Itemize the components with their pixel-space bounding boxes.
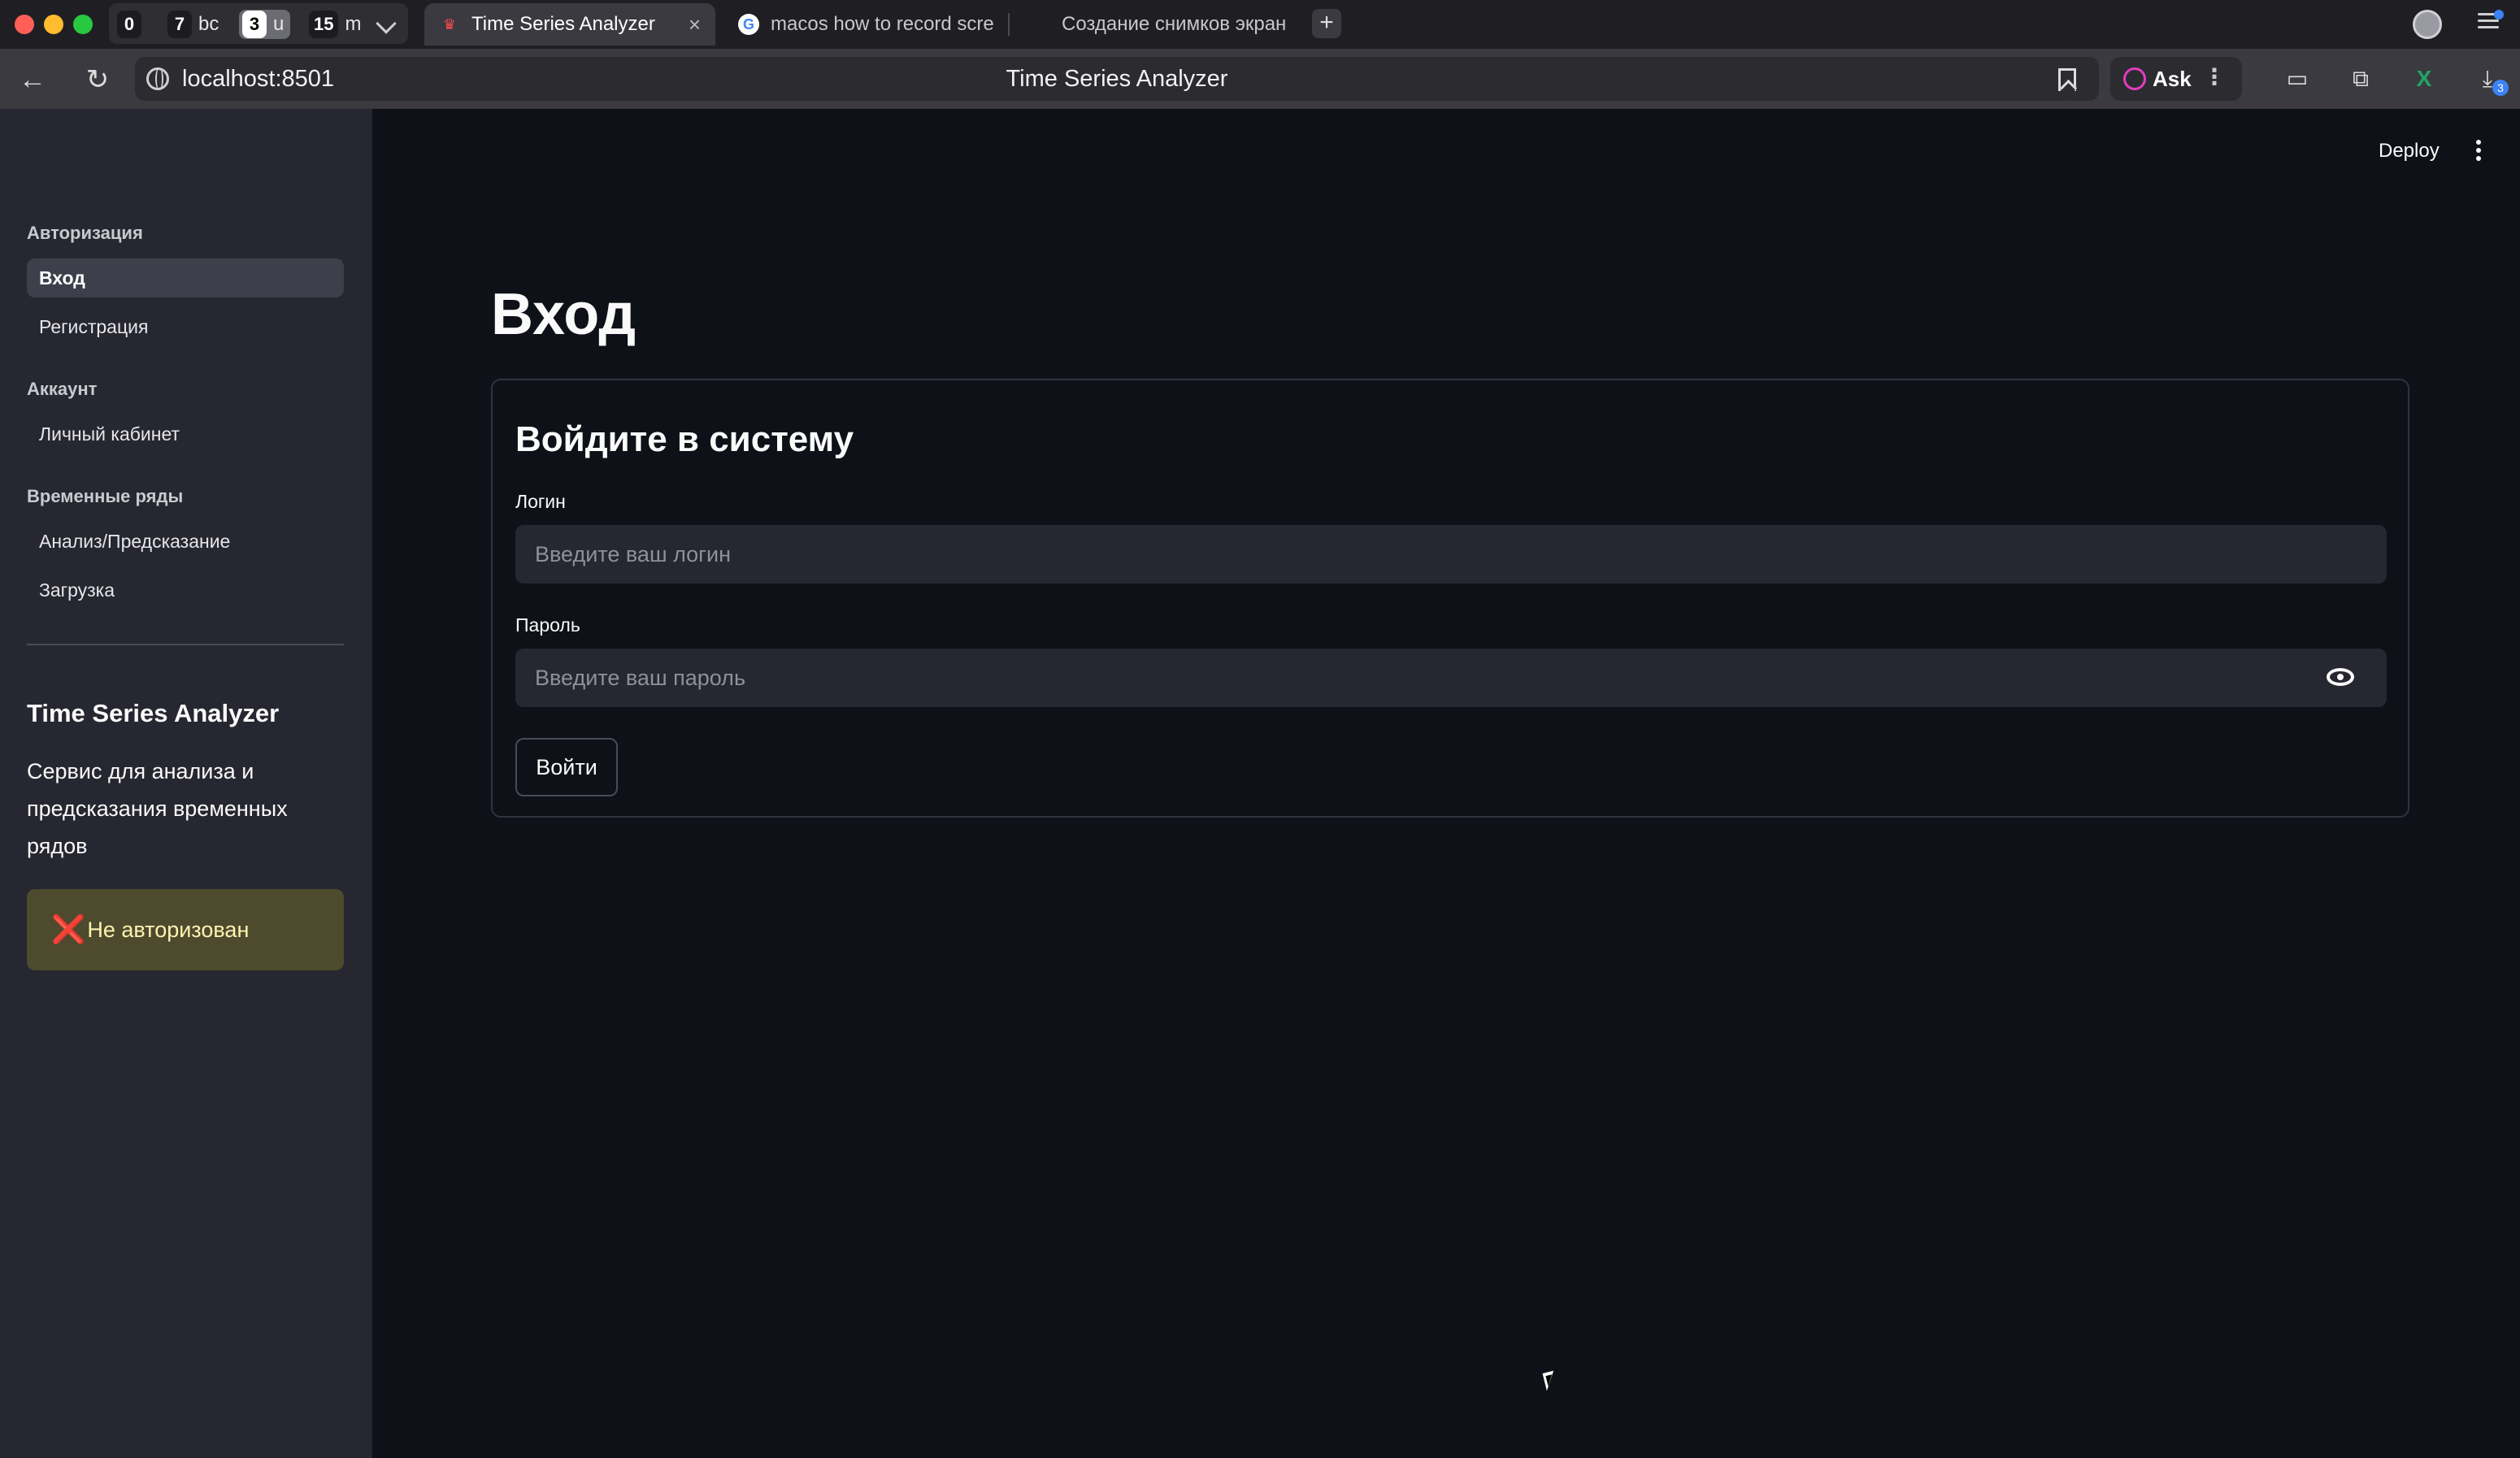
sidebar-item-profile[interactable]: Личный кабинет [27, 414, 344, 453]
page-heading: Вход [491, 282, 637, 347]
login-input[interactable]: Введите ваш логин [515, 525, 2387, 584]
tab-group-1[interactable]: 7 bc [167, 10, 219, 39]
new-tab-button[interactable]: + [1312, 9, 1341, 38]
deploy-button[interactable]: Deploy [2379, 140, 2440, 163]
login-submit-button[interactable]: Войти [515, 738, 618, 796]
excel-extension-icon[interactable]: X [2408, 63, 2440, 94]
downloads-badge: 3 [2492, 80, 2509, 96]
tab-group-count: 0 [117, 11, 141, 38]
form-title: Войдите в систему [515, 419, 854, 459]
tab-time-series-analyzer[interactable]: ♛ Time Series Analyzer × [424, 3, 715, 46]
tab-group-count: 15 [309, 11, 339, 38]
tab-group-label: m [345, 13, 362, 35]
ask-button[interactable]: Ask ⋮ [2110, 57, 2242, 101]
tab-title: macos how to record scre [771, 13, 994, 35]
main-content: Deploy Вход Войдите в систему Логин Введ… [372, 109, 2520, 1458]
login-form: Войдите в систему Логин Введите ваш логи… [491, 379, 2409, 818]
app-sidebar: Авторизация Вход Регистрация Аккаунт Лич… [0, 109, 372, 1458]
tab-group-0[interactable]: 0 [117, 10, 141, 39]
auth-status-badge: ❌ Не авторизован [27, 889, 344, 970]
ai-assistant-icon [2123, 67, 2146, 90]
sidebar-divider [27, 644, 344, 645]
error-cross-icon: ❌ [51, 914, 86, 945]
tab-group-count: 7 [167, 11, 192, 38]
chevron-down-icon[interactable] [376, 13, 397, 34]
tab-apple-support[interactable]: Создание снимков экран [1015, 3, 1299, 46]
sidebar-item-analysis[interactable]: Анализ/Предсказание [27, 522, 344, 561]
sidebar-item-register[interactable]: Регистрация [27, 307, 344, 346]
downloads-icon[interactable]: ⤓ 3 [2471, 63, 2509, 96]
tab-groups: 0 7 bc 3 u 15 m [109, 3, 408, 44]
apple-icon [1029, 14, 1050, 35]
page-title-text: Time Series Analyzer [1006, 66, 1228, 92]
auth-status-text: Не авторизован [87, 917, 250, 942]
minimize-window-button[interactable] [44, 15, 63, 34]
sidebar-item-login[interactable]: Вход [27, 258, 344, 297]
tab-title: Создание снимков экран [1062, 13, 1287, 35]
tab-separator [1008, 13, 1010, 36]
streamlit-crown-icon: ♛ [442, 15, 457, 33]
nav-section-time-series: Временные ряды [27, 486, 184, 506]
side-panel-icon[interactable] [2478, 10, 2504, 33]
ask-label: Ask [2153, 66, 2192, 91]
sidebar-app-description: Сервис для анализа и предсказания времен… [27, 759, 288, 858]
eye-icon[interactable] [2327, 668, 2354, 686]
login-label: Логин [515, 491, 566, 512]
sidebar-app-title: Time Series Analyzer [27, 699, 280, 727]
tab-group-3[interactable]: 15 m [309, 10, 361, 39]
profile-avatar-icon[interactable] [2413, 10, 2442, 39]
password-input[interactable]: Введите ваш пароль [515, 649, 2387, 707]
password-label: Пароль [515, 614, 580, 636]
nav-section-auth: Авторизация [27, 223, 143, 243]
close-window-button[interactable] [15, 15, 34, 34]
reload-icon[interactable]: ↻ [81, 63, 114, 96]
browser-toolbar: ← ↻ localhost:8501 Time Series Analyzer … [0, 49, 2520, 109]
tab-group-count: 3 [242, 11, 267, 38]
browser-tab-strip: 0 7 bc 3 u 15 m ♛ Time Series Analyzer ×… [0, 0, 2520, 49]
tab-group-2[interactable]: 3 u [239, 10, 291, 39]
password-placeholder: Введите ваш пароль [535, 666, 746, 690]
back-arrow-icon[interactable]: ← [16, 63, 49, 96]
bookmark-icon[interactable] [2058, 68, 2076, 91]
battery-icon[interactable]: ▭ [2281, 63, 2314, 94]
extensions-icon[interactable]: ⧉ [2344, 63, 2377, 94]
google-icon: G [738, 14, 759, 35]
main-menu-icon[interactable] [2473, 140, 2484, 164]
address-bar[interactable]: localhost:8501 Time Series Analyzer [135, 57, 2099, 101]
tab-google-search[interactable]: G macos how to record scre [723, 3, 1000, 46]
sidebar-item-upload[interactable]: Загрузка [27, 571, 344, 610]
more-vertical-icon[interactable]: ⋮ [2203, 63, 2226, 90]
fullscreen-window-button[interactable] [73, 15, 93, 34]
close-icon[interactable]: × [689, 12, 701, 37]
tab-title: Time Series Analyzer [471, 13, 655, 35]
nav-section-account: Аккаунт [27, 379, 98, 399]
tab-group-label: bc [198, 13, 219, 35]
tab-group-label: u [273, 13, 285, 35]
